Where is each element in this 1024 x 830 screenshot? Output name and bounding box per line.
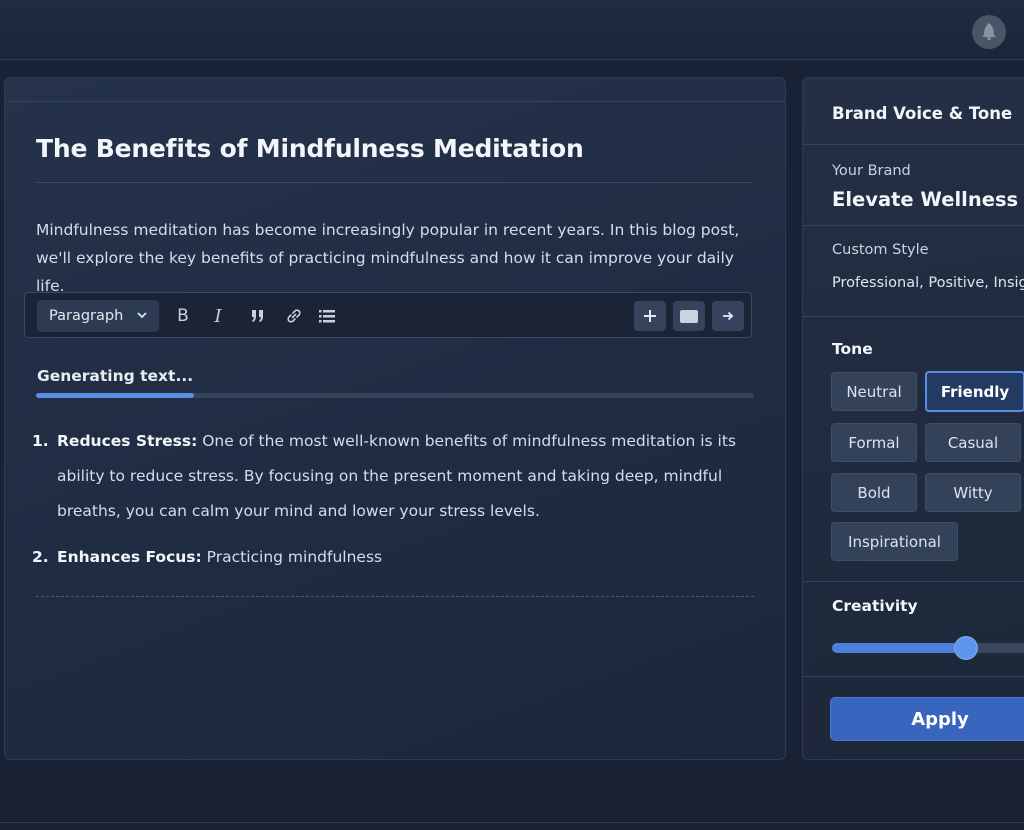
tone-chip-neutral[interactable]: Neutral (831, 372, 917, 411)
tone-chip-label: Formal (848, 433, 900, 452)
list-number: 1. (32, 432, 49, 450)
divider (0, 822, 1024, 823)
creativity-label: Creativity (832, 597, 918, 615)
tone-chip-label: Witty (953, 483, 993, 502)
tone-chip-bold[interactable]: Bold (831, 473, 917, 512)
apply-label: Apply (911, 708, 969, 730)
link-icon[interactable] (281, 302, 307, 330)
custom-style-value[interactable]: Professional, Positive, Insightful (832, 275, 1024, 291)
tone-chip-label: Neutral (846, 382, 902, 401)
block-type-select[interactable]: Paragraph (37, 300, 159, 332)
progress-fill (36, 393, 194, 398)
divider (803, 676, 1024, 677)
tone-chip-label: Bold (857, 483, 891, 502)
tone-chip-friendly[interactable]: Friendly (925, 371, 1024, 412)
creativity-slider[interactable] (832, 636, 1024, 660)
custom-style-label: Custom Style (832, 242, 929, 258)
list-item-heading: Enhances Focus: (57, 548, 202, 566)
bold-icon[interactable]: B (170, 302, 196, 330)
list-item-heading: Reduces Stress: (57, 432, 198, 450)
tone-chip-label: Friendly (940, 382, 1010, 401)
divider (803, 144, 1024, 145)
image-icon[interactable] (673, 301, 705, 331)
tone-chip-label: Inspirational (848, 532, 941, 551)
italic-icon[interactable]: I (205, 302, 231, 330)
generation-cursor-line (36, 596, 754, 597)
list-icon[interactable] (314, 302, 340, 330)
divider (803, 316, 1024, 317)
bell-icon[interactable] (972, 15, 1006, 49)
intro-paragraph[interactable]: Mindfulness meditation has become increa… (36, 216, 756, 300)
tone-chip-label: Casual (947, 433, 999, 452)
chevron-down-icon (135, 308, 149, 326)
generated-list[interactable]: 1. Reduces Stress: One of the most well-… (32, 424, 762, 571)
plus-icon[interactable] (634, 301, 666, 331)
brand-voice-panel: Brand Voice & Tone Your Brand Elevate We… (802, 77, 1024, 760)
tone-label: Tone (832, 340, 873, 358)
arrow-right-icon[interactable] (712, 301, 744, 331)
list-item-text: Practicing mindfulness (201, 548, 383, 566)
slider-fill (832, 643, 967, 653)
document-title[interactable]: The Benefits of Mindfulness Meditation (36, 134, 584, 163)
tone-chip-inspirational[interactable]: Inspirational (831, 522, 958, 561)
panel-title: Brand Voice & Tone (832, 104, 1013, 123)
top-bar (0, 0, 1024, 60)
divider (803, 225, 1024, 226)
brand-label: Your Brand (832, 163, 911, 179)
generating-status: Generating text... (37, 367, 194, 385)
divider (5, 101, 785, 102)
editor-card: The Benefits of Mindfulness Meditation M… (4, 77, 786, 760)
list-number: 2. (32, 548, 49, 566)
brand-name: Elevate Wellness (832, 188, 1019, 211)
quote-icon[interactable] (245, 302, 271, 330)
apply-button[interactable]: Apply (830, 697, 1024, 741)
format-toolbar: Paragraph B I (24, 292, 752, 338)
generation-progress (36, 393, 754, 398)
slider-thumb[interactable] (954, 636, 979, 660)
tone-chip-witty[interactable]: Witty (925, 473, 1021, 512)
divider (36, 182, 752, 183)
list-item: 2. Enhances Focus: Practicing mindfulnes… (32, 543, 762, 571)
tone-chip-formal[interactable]: Formal (831, 423, 917, 462)
block-type-label: Paragraph (49, 308, 124, 324)
list-item: 1. Reduces Stress: One of the most well-… (32, 424, 762, 529)
divider (803, 581, 1024, 582)
tone-chip-casual[interactable]: Casual (925, 423, 1021, 462)
